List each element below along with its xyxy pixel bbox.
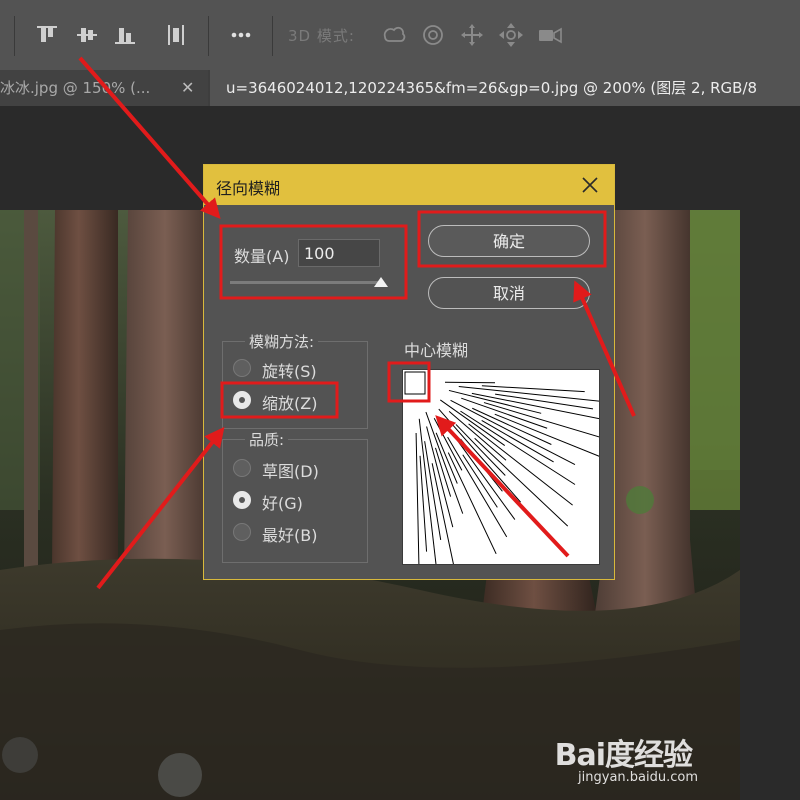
toolbar-separator <box>14 16 15 56</box>
orbit-3d-icon[interactable] <box>381 22 407 48</box>
blur-method-group: 模糊方法: 旋转(S) 缩放(Z) <box>222 331 368 429</box>
align-top-icon[interactable] <box>34 22 60 48</box>
radio-label: 草图(D) <box>262 462 319 481</box>
tab-label: u=3646024012,120224365&fm=26&gp=0.jpg @ … <box>226 79 758 97</box>
amount-input[interactable]: 100 <box>298 239 380 267</box>
center-blur-label: 中心模糊 <box>404 341 469 360</box>
amount-slider-thumb[interactable] <box>374 277 388 287</box>
pan-3d-icon[interactable] <box>459 22 485 48</box>
blur-line <box>494 413 599 457</box>
blur-line <box>455 424 506 476</box>
blur-line <box>431 463 454 564</box>
watermark-logo: Bai度经验 <box>554 738 693 773</box>
blur-line <box>460 410 576 485</box>
blur-line <box>418 418 437 564</box>
blur-line <box>495 393 594 410</box>
3d-mode-label: 3D 模式: <box>288 27 355 45</box>
blur-line <box>483 402 599 438</box>
radial-blur-dialog: 径向模糊 数量(A) 100 确定 取消 模糊方法: 旋转(S) 缩放(Z) 品… <box>203 164 615 580</box>
document-tab-bar: 冰冰.jpg @ 150% (... ✕ u=3646024012,120224… <box>0 70 800 106</box>
document-tab-active[interactable]: u=3646024012,120224365&fm=26&gp=0.jpg @ … <box>210 70 800 106</box>
roll-3d-icon[interactable] <box>420 22 446 48</box>
quality-group: 品质: 草图(D) 好(G) 最好(B) <box>222 429 368 563</box>
radio-label: 最好(B) <box>262 526 318 545</box>
radio-circle <box>233 459 251 477</box>
radio-circle <box>233 359 251 377</box>
dialog-title-bar: 径向模糊 <box>204 165 614 205</box>
blur-method-title: 模糊方法: <box>245 331 319 352</box>
document-tab-inactive[interactable]: 冰冰.jpg @ 150% (... ✕ <box>0 70 208 106</box>
blur-line <box>474 437 569 527</box>
distribute-horizontal-icon[interactable] <box>163 22 189 48</box>
blur-line <box>447 452 497 555</box>
radio-label: 缩放(Z) <box>262 394 318 413</box>
radio-circle-selected <box>233 491 251 509</box>
zoom-blur-lines <box>404 371 599 564</box>
radio-circle-selected <box>233 391 251 409</box>
blur-line <box>440 399 506 447</box>
options-toolbar: 3D 模式: <box>0 0 800 70</box>
cancel-button[interactable]: 取消 <box>428 277 590 309</box>
ok-button[interactable]: 确定 <box>428 225 590 257</box>
more-icon[interactable] <box>228 22 254 48</box>
baidu-watermark: Bai度经验 jingyan.baidu.com <box>554 730 698 785</box>
align-bottom-icon[interactable] <box>112 22 138 48</box>
blur-center-preview[interactable] <box>402 369 600 565</box>
radio-label: 好(G) <box>262 494 303 513</box>
slide-3d-icon[interactable] <box>498 22 524 48</box>
blur-center-marker[interactable] <box>404 371 426 395</box>
align-vertical-center-icon[interactable] <box>74 22 100 48</box>
scale-3d-icon[interactable] <box>537 22 563 48</box>
toolbar-separator <box>272 16 273 56</box>
watermark-url: jingyan.baidu.com <box>578 770 698 785</box>
amount-slider[interactable] <box>230 281 382 284</box>
toolbar-separator <box>208 16 209 56</box>
amount-label: 数量(A) <box>234 247 290 266</box>
quality-title: 品质: <box>245 429 289 450</box>
dialog-title: 径向模糊 <box>216 179 281 198</box>
blur-line <box>444 381 496 384</box>
tab-label: 冰冰.jpg @ 150% (... <box>0 79 151 97</box>
blur-line <box>415 432 420 564</box>
close-icon[interactable] <box>580 175 600 195</box>
close-tab-icon[interactable]: ✕ <box>181 70 194 106</box>
radio-circle <box>233 523 251 541</box>
blur-line <box>425 411 464 514</box>
radio-label: 旋转(S) <box>262 362 317 381</box>
